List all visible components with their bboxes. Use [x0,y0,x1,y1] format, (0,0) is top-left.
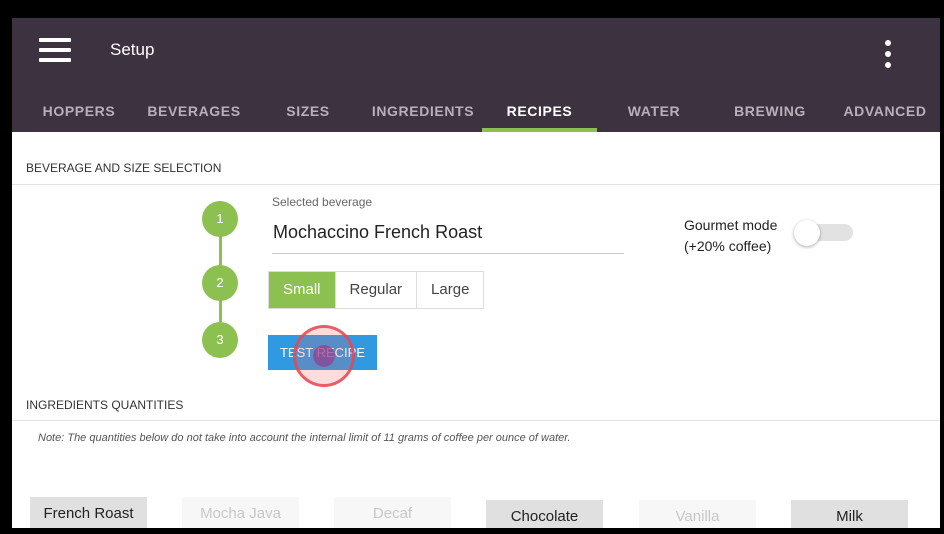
section-label-beverage-size: BEVERAGE AND SIZE SELECTION [26,161,222,175]
size-regular-button[interactable]: Regular [336,272,418,308]
size-selector: Small Regular Large [268,271,485,309]
gourmet-mode-title: Gourmet mode [684,217,778,233]
tab-bar: HOPPERS BEVERAGES SIZES INGREDIENTS RECI… [12,92,940,132]
section-divider [12,420,940,421]
tab-ingredients[interactable]: INGREDIENTS [366,92,480,132]
quantities-note: Note: The quantities below do not take i… [38,432,571,444]
gourmet-mode-label: Gourmet mode (+20% coffee) [684,215,777,257]
ingredient-mocha-java-button[interactable]: Mocha Java [182,497,299,528]
tab-brewing[interactable]: BREWING [716,92,824,132]
step-1-badge: 1 [202,201,238,237]
ingredient-decaf-button[interactable]: Decaf [334,497,451,528]
step-3-badge: 3 [202,322,238,358]
ingredient-french-roast-button[interactable]: French Roast [30,497,147,528]
more-vert-icon[interactable] [882,38,894,72]
beverage-field-underline [272,253,624,254]
tab-beverages[interactable]: BEVERAGES [138,92,250,132]
tab-sizes[interactable]: SIZES [258,92,358,132]
step-2-badge: 2 [202,265,238,301]
tab-recipes[interactable]: RECIPES [482,92,597,132]
ingredient-chocolate-button[interactable]: Chocolate [486,500,603,528]
tab-hoppers[interactable]: HOPPERS [26,92,132,132]
ingredient-vanilla-button[interactable]: Vanilla [639,500,756,528]
app-screen: Setup HOPPERS BEVERAGES SIZES INGREDIENT… [12,18,940,528]
touch-indicator-center [313,345,335,367]
tab-advanced[interactable]: ADVANCED [830,92,940,132]
selected-beverage-caption: Selected beverage [272,195,373,209]
section-divider [12,184,940,185]
ingredient-milk-button[interactable]: Milk [791,500,908,528]
app-bar: Setup HOPPERS BEVERAGES SIZES INGREDIENT… [12,18,940,132]
tab-water[interactable]: WATER [604,92,704,132]
selected-beverage-field[interactable]: Mochaccino French Roast [273,222,482,243]
size-small-button[interactable]: Small [269,272,336,308]
section-label-ingredients: INGREDIENTS QUANTITIES [26,398,184,412]
step-connector [219,300,222,322]
gourmet-mode-subtitle: (+20% coffee) [684,238,772,254]
gourmet-toggle-knob[interactable] [794,220,820,246]
hamburger-menu-icon[interactable] [39,38,71,62]
page-title: Setup [110,40,155,59]
size-large-button[interactable]: Large [417,272,483,308]
